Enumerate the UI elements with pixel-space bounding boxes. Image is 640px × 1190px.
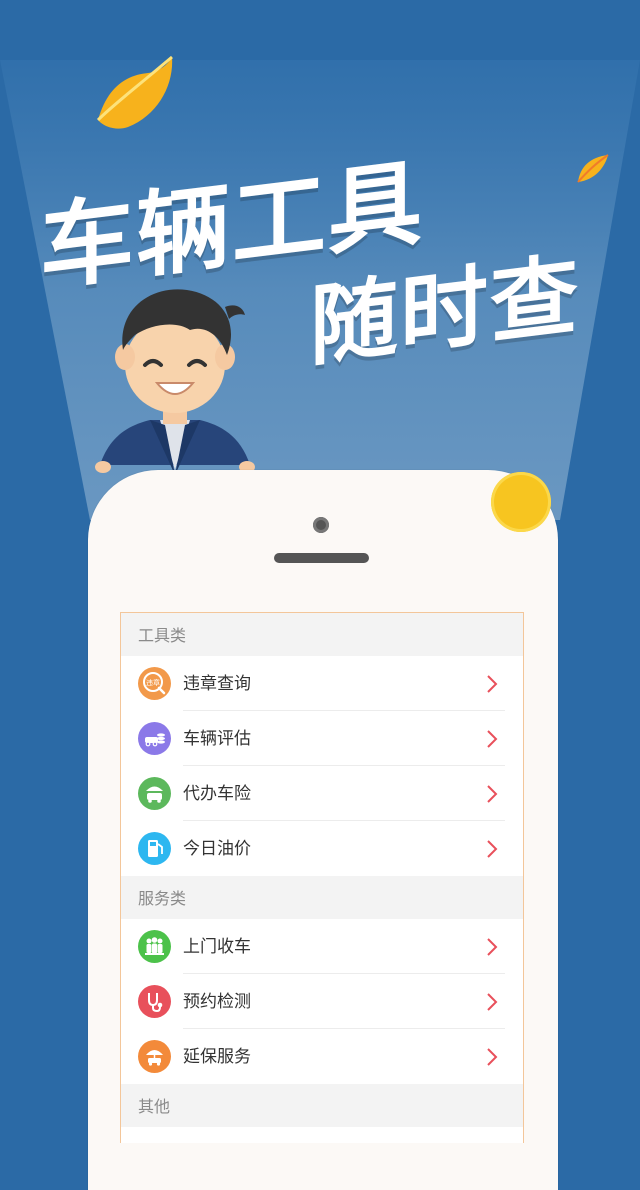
menu-item-car-insurance[interactable]: 代办车险	[121, 766, 523, 821]
section-header-services: 服务类	[121, 876, 523, 919]
section-header-other: 其他	[121, 1084, 523, 1127]
leaf-decoration-icon	[96, 55, 173, 129]
chevron-right-icon	[487, 993, 498, 1011]
stethoscope-icon	[138, 985, 171, 1018]
menu-item-label: 违章查询	[183, 674, 251, 694]
menu-item-label: 今日油价	[183, 839, 251, 859]
car-insurance-icon	[138, 777, 171, 810]
menu-item-label: 车辆评估	[183, 729, 251, 749]
chevron-right-icon	[487, 785, 498, 803]
fuel-pump-icon	[138, 832, 171, 865]
menu-item-inspection-booking[interactable]: 预约检测	[121, 974, 523, 1029]
phone-camera-icon	[313, 517, 329, 533]
menu-item-label: 上门收车	[183, 937, 251, 957]
chevron-right-icon	[487, 840, 498, 858]
menu-item-home-pickup[interactable]: 上门收车	[121, 919, 523, 974]
violation-search-icon: 违章	[138, 667, 171, 700]
menu-item-extended-warranty[interactable]: 延保服务	[121, 1029, 523, 1084]
menu-item-label: 预约检测	[183, 992, 251, 1012]
menu-item-label: 延保服务	[183, 1047, 251, 1067]
section-header-tools: 工具类	[121, 613, 523, 656]
chevron-right-icon	[487, 938, 498, 956]
phone-speaker-icon	[274, 553, 369, 563]
car-valuation-icon	[138, 722, 171, 755]
svg-text:违章: 违章	[146, 678, 160, 687]
chevron-right-icon	[487, 1048, 498, 1066]
menu-item-fuel-price[interactable]: 今日油价	[121, 821, 523, 876]
chevron-right-icon	[487, 730, 498, 748]
menu-item-label: 代办车险	[183, 784, 251, 804]
cartoon-person-icon	[95, 289, 255, 475]
people-icon	[138, 930, 171, 963]
menu-item-car-valuation[interactable]: 车辆评估	[121, 711, 523, 766]
chevron-right-icon	[487, 675, 498, 693]
menu-item-violation-query[interactable]: 违章 违章查询	[121, 656, 523, 711]
umbrella-car-icon	[138, 1040, 171, 1073]
app-screen: 工具类 违章 违章查询 车辆评估 代办车险 今日油价 服务类 上门收车 预约检测…	[120, 612, 524, 1143]
sun-decoration-icon	[491, 472, 551, 532]
leaf-decoration-icon	[577, 154, 609, 183]
